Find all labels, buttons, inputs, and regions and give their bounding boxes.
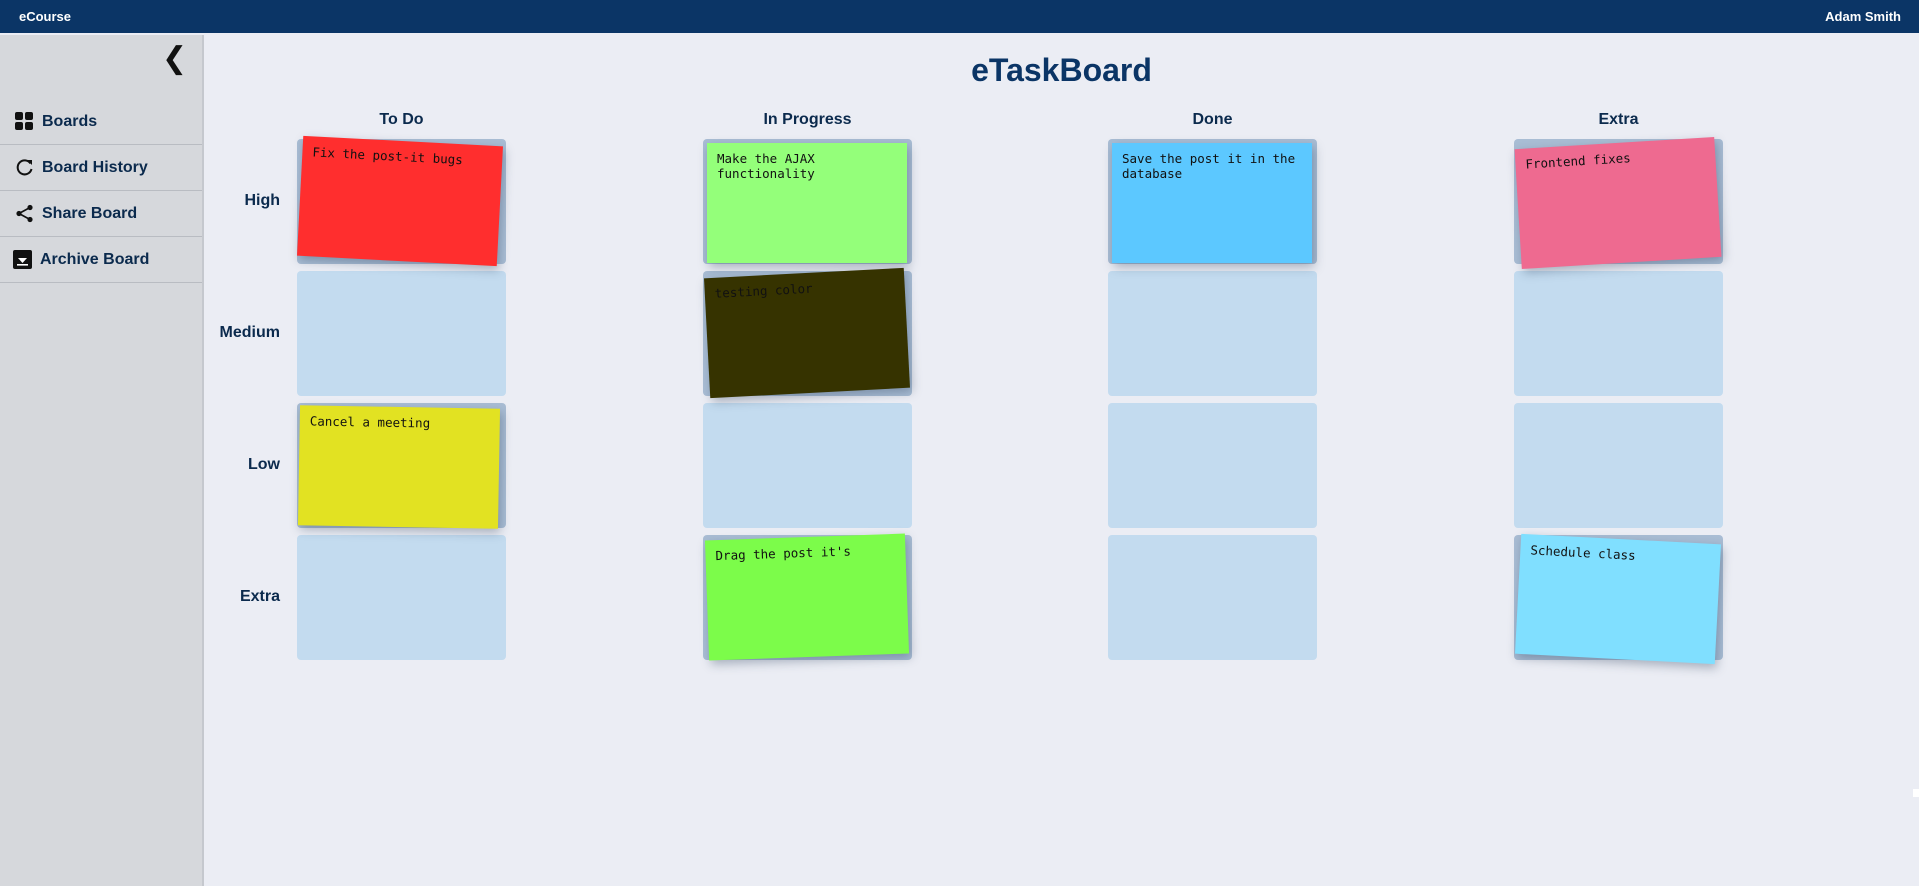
column-header-to-do: To Do <box>379 111 424 128</box>
note-text: Drag the post it's <box>715 543 852 564</box>
sidebar-item-share-board[interactable]: Share Board <box>0 191 202 237</box>
sticky-note[interactable]: Frontend fixes <box>1514 137 1722 269</box>
sidebar-item-label: Share Board <box>42 204 138 222</box>
note-text: Frontend fixes <box>1524 150 1632 172</box>
scroll-indicator[interactable] <box>1913 789 1919 797</box>
board-cell[interactable] <box>703 403 912 528</box>
column-header-done: Done <box>1192 111 1233 128</box>
share-icon <box>15 204 34 223</box>
board-cell[interactable] <box>297 535 506 660</box>
app-brand[interactable]: eCourse <box>19 9 71 24</box>
column-header-in-progress: In Progress <box>763 111 852 128</box>
sticky-note[interactable]: Fix the post-it bugs <box>296 135 504 267</box>
board-cell[interactable] <box>1108 403 1317 528</box>
row-label-medium: Medium <box>219 324 280 341</box>
sticky-note[interactable]: Save the post it in the database <box>1112 143 1312 263</box>
note-text: Fix the post-it bugs <box>312 144 464 168</box>
archive-icon <box>13 250 32 269</box>
note-text: Make the AJAX functionality <box>717 151 815 181</box>
history-icon <box>15 158 34 177</box>
sticky-note[interactable]: testing color <box>703 267 911 399</box>
note-text: Schedule class <box>1530 542 1637 563</box>
note-text: testing color <box>714 280 813 301</box>
grid-icon <box>15 112 34 131</box>
board-cell[interactable] <box>297 271 506 396</box>
sidebar-item-archive-board[interactable]: Archive Board <box>0 237 202 283</box>
note-text: Save the post it in the database <box>1122 151 1296 181</box>
sidebar-item-boards[interactable]: Boards <box>0 99 202 145</box>
page-title: eTaskBoard <box>971 52 1152 88</box>
note-text: Cancel a meeting <box>309 413 431 431</box>
row-label-low: Low <box>248 456 280 473</box>
sticky-note[interactable]: Cancel a meeting <box>297 405 501 529</box>
sidebar-item-label: Board History <box>42 158 148 176</box>
sidebar: ❮ Boards Board History Share Board Archi… <box>0 35 204 886</box>
collapse-sidebar-icon[interactable]: ❮ <box>162 42 187 76</box>
sidebar-item-board-history[interactable]: Board History <box>0 145 202 191</box>
sidebar-nav: Boards Board History Share Board Archive… <box>0 99 202 283</box>
sticky-note[interactable]: Make the AJAX functionality <box>707 143 907 263</box>
sticky-note[interactable]: Schedule class <box>1514 533 1722 665</box>
column-header-extra: Extra <box>1598 111 1639 128</box>
board-cell[interactable] <box>1108 535 1317 660</box>
row-label-extra: Extra <box>239 588 280 605</box>
board-cell[interactable] <box>1514 403 1723 528</box>
sidebar-item-label: Boards <box>42 112 98 130</box>
top-bar: eCourse Adam Smith <box>0 0 1919 33</box>
row-label-high: High <box>244 192 280 209</box>
user-name[interactable]: Adam Smith <box>1825 9 1901 24</box>
board-cell[interactable] <box>1514 271 1723 396</box>
board-cell[interactable] <box>1108 271 1317 396</box>
sticky-note[interactable]: Drag the post it's <box>704 533 910 661</box>
sidebar-item-label: Archive Board <box>40 250 150 268</box>
